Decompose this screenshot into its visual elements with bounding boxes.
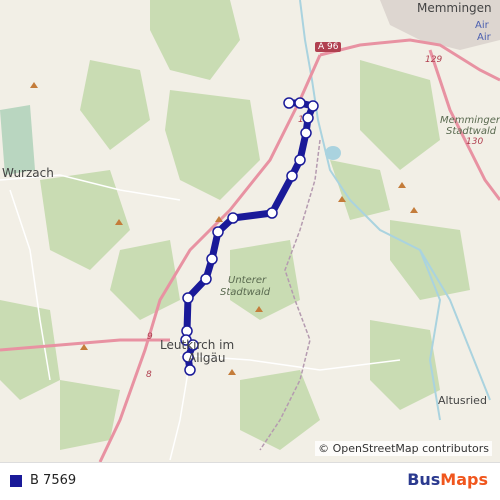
road-number-129: 129: [425, 55, 443, 65]
brand-bus: Bus: [407, 470, 441, 489]
bus-stop[interactable]: [294, 154, 306, 166]
bus-stop[interactable]: [266, 207, 278, 219]
place-label-leutkirch-2: Allgäu: [188, 351, 226, 365]
wetland: [0, 105, 35, 175]
forest-label-memminger-1: Memminger: [440, 115, 500, 126]
bus-stop[interactable]: [184, 364, 196, 376]
bus-stop[interactable]: [227, 212, 239, 224]
bus-stop[interactable]: [302, 112, 314, 124]
bus-stop[interactable]: [307, 100, 319, 112]
map-attribution[interactable]: © OpenStreetMap contributors: [315, 441, 492, 456]
bus-stop[interactable]: [300, 127, 312, 139]
road-number-9: 9: [147, 332, 153, 342]
bus-stop[interactable]: [283, 97, 295, 109]
route-label: B 7569: [30, 473, 77, 488]
bus-stop[interactable]: [286, 170, 298, 182]
brand-maps: Maps: [440, 470, 488, 489]
road-number-8: 8: [146, 370, 152, 380]
bus-stop[interactable]: [200, 273, 212, 285]
route-color-swatch: [10, 475, 22, 487]
place-label-wurzach: Wurzach: [2, 166, 54, 180]
map-view[interactable]: Memmingen Air Air Wurzach Leutkirch im A…: [0, 0, 500, 462]
place-label-memmingen: Memmingen: [417, 1, 492, 15]
place-label-airport-1: Air: [475, 20, 489, 31]
forest-label-unterer-1: Unterer: [228, 275, 267, 286]
place-label-altusried: Altusried: [438, 394, 487, 407]
bus-stop[interactable]: [206, 253, 218, 265]
road-number-130: 130: [466, 137, 484, 147]
road-shield-a96: A 96: [315, 42, 342, 52]
legend-footer: B 7569 BusMaps: [0, 462, 500, 500]
map-canvas: [0, 0, 500, 462]
forest-label-unterer-2: Stadtwald: [220, 287, 271, 298]
brand-logo: BusMaps: [407, 470, 488, 489]
forest-label-memminger-2: Stadtwald: [446, 126, 497, 137]
bus-stop[interactable]: [294, 97, 306, 109]
road-number-1: 1: [298, 115, 304, 125]
bus-stop[interactable]: [182, 292, 194, 304]
forest-areas: [0, 0, 470, 450]
bus-stop[interactable]: [212, 226, 224, 238]
place-label-leutkirch-1: Leutkirch im: [160, 338, 235, 352]
place-label-airport-2: Air: [477, 32, 491, 43]
